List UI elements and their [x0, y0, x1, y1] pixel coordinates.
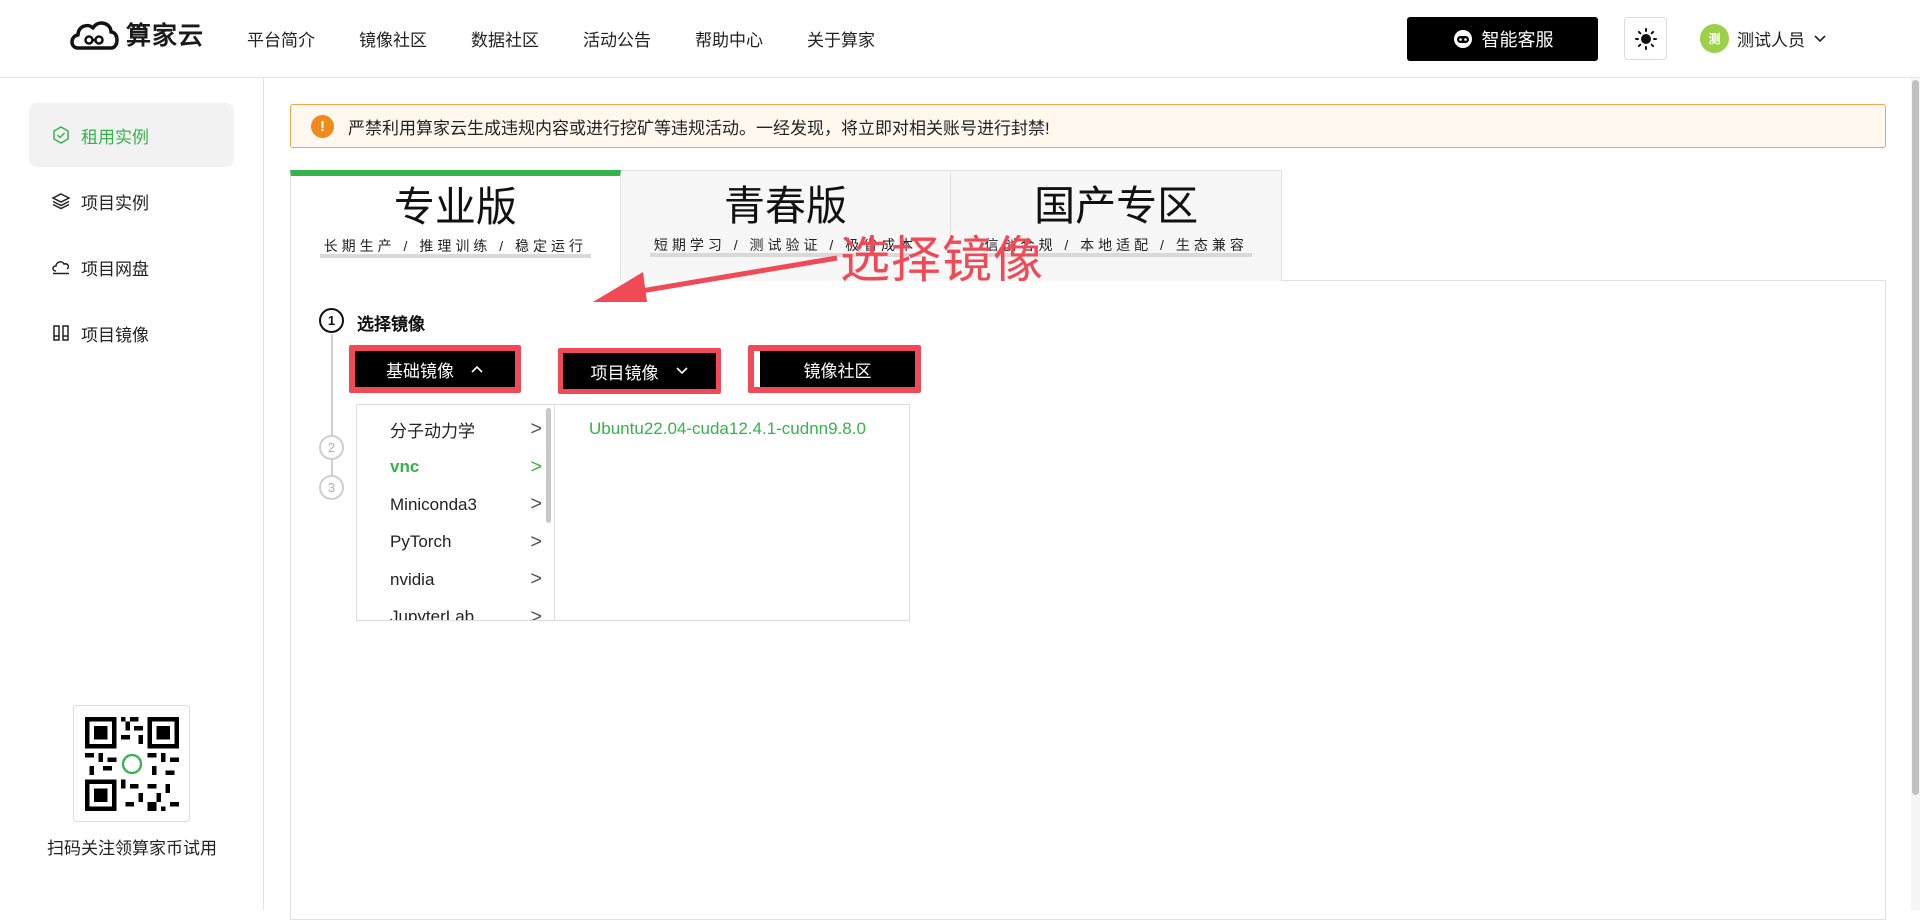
chevron-right-icon: >: [530, 455, 542, 478]
sidebar-item-project-image[interactable]: 项目镜像: [29, 301, 234, 365]
user-name: 测试人员: [1737, 31, 1805, 50]
list-item-label: vnc: [390, 457, 420, 477]
chevron-right-icon: >: [530, 530, 542, 553]
nav-image-community[interactable]: 镜像社区: [359, 26, 427, 51]
image-version-option[interactable]: Ubuntu22.04-cuda12.4.1-cudnn9.8.0: [555, 405, 909, 439]
step-1-indicator: 1: [319, 308, 344, 333]
warning-notice: ! 严禁利用算家云生成违规内容或进行挖矿等违规活动。一经发现，将立即对相关账号进…: [290, 104, 1886, 148]
chevron-right-icon: >: [530, 605, 542, 621]
category-item-molecular-dynamics[interactable]: 分子动力学 >: [357, 411, 554, 449]
list-item-label: 分子动力学: [390, 422, 475, 442]
image-version-list: Ubuntu22.04-cuda12.4.1-cudnn9.8.0: [554, 404, 910, 621]
page-scrollbar[interactable]: [1911, 78, 1920, 910]
sidebar-item-project-instance[interactable]: 项目实例: [29, 169, 234, 233]
project-image-label: 项目镜像: [590, 363, 659, 383]
chevron-right-icon: >: [530, 493, 542, 516]
nav-about[interactable]: 关于算家: [807, 26, 875, 51]
cloud-drive-icon: [52, 261, 70, 275]
layers-icon: [51, 193, 71, 210]
warning-icon: !: [311, 114, 334, 138]
tab-subtitle: 长期生产 / 推理训练 / 稳定运行: [319, 238, 591, 258]
step-connector: [331, 334, 333, 484]
list-item-label: Miniconda3: [390, 494, 477, 514]
theme-toggle-button[interactable]: [1624, 17, 1667, 60]
main-nav: 平台简介 镜像社区 数据社区 活动公告 帮助中心 关于算家: [247, 26, 875, 51]
logo-text: 算家云: [126, 22, 205, 50]
headset-icon: [1453, 30, 1472, 48]
project-image-highlight: 项目镜像: [558, 348, 721, 394]
nav-platform-intro[interactable]: 平台简介: [247, 26, 315, 51]
image-community-button[interactable]: 镜像社区: [754, 351, 915, 387]
sun-icon: [1634, 27, 1657, 50]
image-community-highlight: 镜像社区: [748, 345, 921, 393]
page-scrollbar-thumb[interactable]: [1912, 80, 1919, 795]
tab-title: 专业版: [393, 184, 517, 230]
list-item-label: nvidia: [390, 569, 435, 589]
base-image-button[interactable]: 基础镜像: [355, 351, 515, 387]
user-menu[interactable]: 测 测试人员: [1700, 24, 1827, 53]
category-item-jupyterlab[interactable]: JupyterLab >: [357, 599, 554, 621]
annotation-label: 选择镜像: [840, 232, 1044, 288]
base-image-highlight: 基础镜像: [349, 345, 521, 393]
category-item-nvidia[interactable]: nvidia >: [357, 561, 554, 599]
base-image-label: 基础镜像: [386, 361, 454, 381]
sidebar: 租用实例 项目实例 项目网盘 项目镜像 扫码关注领算家币试用: [0, 78, 264, 910]
qr-caption: 扫码关注领算家币试用: [47, 839, 217, 858]
sidebar-item-label: 项目网盘: [81, 259, 149, 279]
nav-data-community[interactable]: 数据社区: [471, 26, 539, 51]
cloud-logo-icon: [70, 21, 119, 50]
qr-code: [73, 705, 190, 822]
category-item-pytorch[interactable]: PyTorch >: [357, 524, 554, 562]
list-item-label: JupyterLab: [390, 607, 475, 621]
nav-announcements[interactable]: 活动公告: [583, 26, 651, 51]
image-icon: [53, 325, 69, 341]
tab-professional[interactable]: 专业版 长期生产 / 推理训练 / 稳定运行: [290, 170, 621, 281]
chevron-down-icon: [1814, 34, 1826, 42]
category-item-vnc[interactable]: vnc >: [357, 449, 554, 487]
step-2-indicator: 2: [319, 435, 344, 460]
step-3-indicator: 3: [319, 475, 344, 500]
nav-help-center[interactable]: 帮助中心: [695, 26, 763, 51]
list-item-label: PyTorch: [390, 532, 452, 552]
smart-service-button[interactable]: 智能客服: [1407, 17, 1598, 61]
top-header: 算家云 平台简介 镜像社区 数据社区 活动公告 帮助中心 关于算家 智能客服 测…: [0, 0, 1920, 78]
step-1-title: 选择镜像: [357, 315, 425, 334]
category-list-scrollbar[interactable]: [546, 408, 551, 523]
avatar: 测: [1700, 24, 1729, 53]
image-category-list: 分子动力学 > vnc > Miniconda3 > PyTorch > nvi…: [356, 404, 554, 621]
sidebar-item-label: 租用实例: [81, 127, 149, 147]
project-image-button[interactable]: 项目镜像: [563, 353, 716, 389]
sidebar-item-project-drive[interactable]: 项目网盘: [29, 235, 234, 299]
annotation-arrow-icon: [593, 255, 838, 302]
sidebar-item-label: 项目镜像: [81, 325, 149, 345]
notice-text: 严禁利用算家云生成违规内容或进行挖矿等违规活动。一经发现，将立即对相关账号进行封…: [348, 118, 1050, 138]
category-item-miniconda3[interactable]: Miniconda3 >: [357, 486, 554, 524]
chevron-right-icon: >: [530, 568, 542, 591]
logo[interactable]: 算家云: [68, 14, 204, 54]
chevron-right-icon: >: [530, 418, 542, 441]
smart-service-label: 智能客服: [1481, 30, 1554, 50]
sidebar-item-label: 项目实例: [81, 193, 149, 213]
chevron-down-icon: [675, 367, 688, 375]
chevron-up-icon: [471, 365, 483, 373]
image-community-label: 镜像社区: [803, 361, 872, 381]
cube-icon: [53, 126, 69, 144]
qr-code-icon: [84, 716, 179, 811]
sidebar-item-rent-instance[interactable]: 租用实例: [29, 103, 234, 167]
